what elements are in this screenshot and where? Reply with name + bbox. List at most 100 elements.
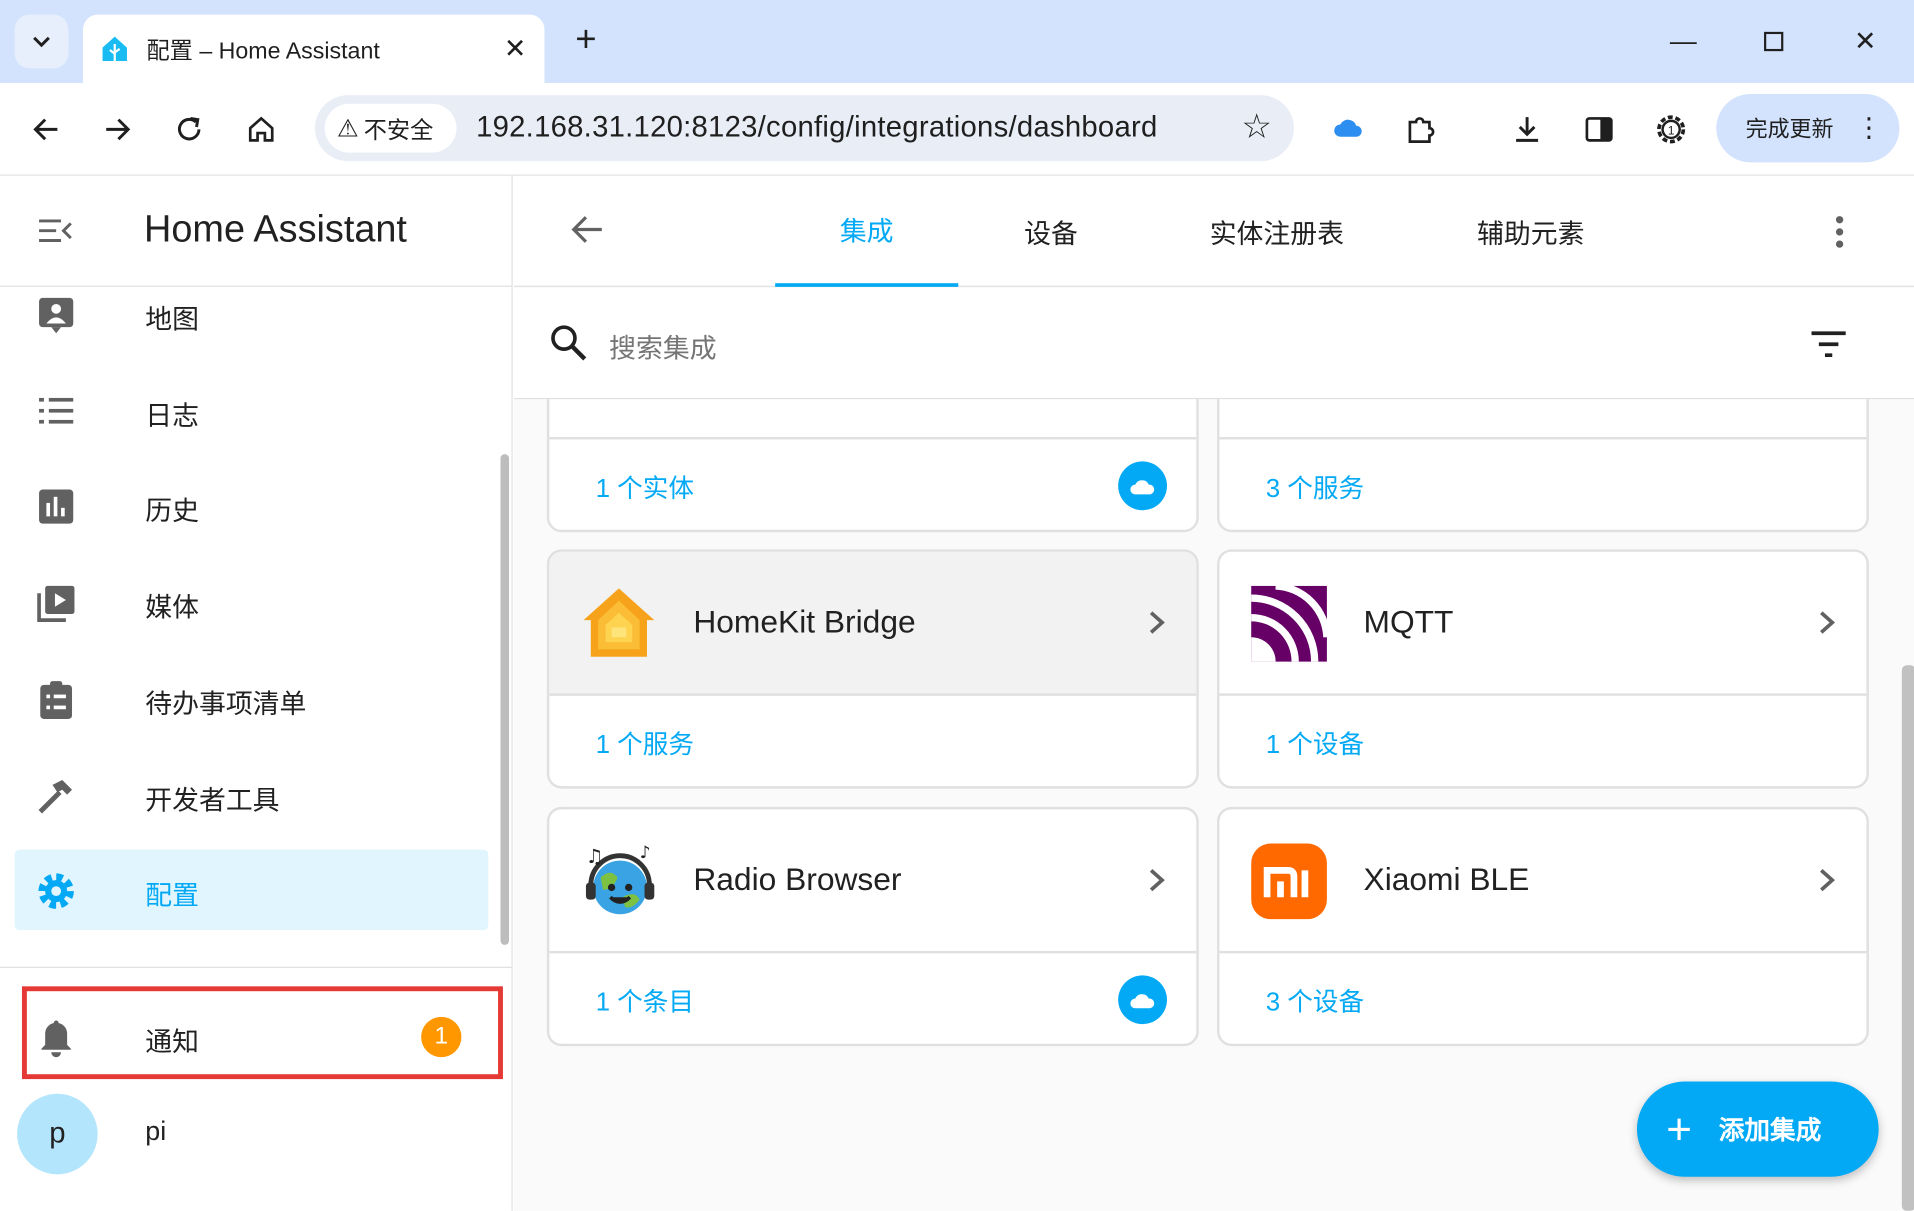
tab-entities[interactable]: 实体注册表: [1144, 176, 1410, 287]
integration-name: HomeKit Bridge: [693, 603, 916, 640]
history-icon: [34, 485, 78, 529]
url-text[interactable]: 192.168.31.120:8123/config/integrations/…: [476, 111, 1157, 145]
add-integration-button[interactable]: + 添加集成: [1636, 1081, 1879, 1177]
sidebar-item-map[interactable]: 地图: [15, 273, 489, 354]
card-footer-link[interactable]: 1 个服务: [596, 725, 694, 762]
notification-count-badge: 1: [421, 1016, 462, 1058]
menu-collapse-icon[interactable]: [34, 212, 76, 249]
reload-icon[interactable]: [165, 105, 214, 154]
side-panel-icon[interactable]: [1575, 105, 1624, 154]
sidebar-item-label: 待办事项清单: [145, 688, 307, 719]
extensions-puzzle-icon[interactable]: [1396, 105, 1445, 154]
sidebar-item-config[interactable]: 配置: [14, 849, 489, 931]
back-icon[interactable]: [22, 105, 71, 154]
svg-text:♫: ♫: [586, 845, 603, 868]
cloud-extension-icon[interactable]: [1323, 105, 1372, 154]
close-tab-icon[interactable]: ✕: [496, 33, 535, 65]
card-header[interactable]: ♫ ♪ Radio Browser: [549, 809, 1197, 954]
forward-icon[interactable]: [93, 105, 142, 154]
sidebar-divider: [0, 966, 512, 969]
plus-icon: +: [1666, 1103, 1692, 1154]
sidebar-item-logbook[interactable]: 日志: [15, 370, 489, 451]
maximize-icon[interactable]: [1743, 17, 1804, 66]
homekit-logo-icon: [583, 588, 655, 657]
bookmark-star-icon[interactable]: ☆: [1241, 106, 1272, 146]
sidebar-item-developer-tools[interactable]: 开发者工具: [15, 754, 489, 835]
minimize-icon[interactable]: —: [1653, 17, 1714, 66]
home-icon[interactable]: [237, 105, 286, 154]
integration-card-radio-browser[interactable]: ♫ ♪ Radio Browser 1 个条目: [546, 806, 1199, 1047]
todo-icon: [34, 677, 78, 721]
svg-text:♪: ♪: [640, 843, 651, 863]
sidebar-item-label: 媒体: [145, 592, 199, 623]
browser-tabstrip: 配置 – Home Assistant ✕ + — ✕: [0, 0, 1914, 84]
xiaomi-logo-icon: [1251, 843, 1327, 920]
main-content: 集成 设备 实体注册表 辅助元素 搜索集成 1 个实体 3 个服务 HomeKi…: [513, 175, 1914, 1211]
tab-title: 配置 – Home Assistant: [146, 38, 380, 65]
integration-card-xiaomi-ble[interactable]: Xiaomi BLE 3 个设备: [1217, 806, 1869, 1047]
browser-toolbar: ⚠ 不安全 192.168.31.120:8123/config/integra…: [0, 83, 1914, 176]
sidebar-item-label: 地图: [145, 303, 199, 335]
sidebar-item-profile[interactable]: pi: [110, 1094, 476, 1175]
add-integration-label: 添加集成: [1718, 1116, 1822, 1146]
browser-tab[interactable]: 配置 – Home Assistant ✕: [83, 14, 545, 84]
user-name: pi: [145, 1115, 167, 1147]
card-footer-link[interactable]: 3 个服务: [1266, 469, 1364, 506]
card-footer-link[interactable]: 1 个条目: [596, 983, 694, 1020]
integration-card-mqtt[interactable]: MQTT 1 个设备: [1217, 549, 1869, 789]
sidebar-scrollbar[interactable]: [500, 454, 510, 945]
integration-card-homekit-bridge[interactable]: HomeKit Bridge 1 个服务: [546, 549, 1199, 789]
chevron-right-icon: [1149, 868, 1165, 892]
tab-search-button[interactable]: [14, 14, 69, 69]
logbook-icon: [34, 389, 78, 433]
chevron-right-icon: [1820, 868, 1836, 892]
back-arrow-icon[interactable]: [568, 210, 607, 249]
chevron-down-icon: [33, 36, 50, 48]
search-bar: 搜索集成: [513, 288, 1914, 400]
card-footer-link[interactable]: 1 个设备: [1266, 725, 1364, 762]
map-icon: [34, 293, 78, 337]
tab-integrations[interactable]: 集成: [775, 176, 959, 287]
more-vert-icon: ⋮: [1855, 112, 1883, 143]
search-input[interactable]: 搜索集成: [609, 327, 716, 366]
sidebar-item-media[interactable]: 媒体: [15, 562, 489, 643]
new-tab-button[interactable]: +: [564, 20, 608, 64]
card-header[interactable]: HomeKit Bridge: [549, 551, 1197, 696]
window-close-icon[interactable]: ✕: [1835, 17, 1896, 66]
avatar[interactable]: p: [17, 1093, 98, 1175]
radio-browser-logo-icon: ♫ ♪: [585, 843, 655, 915]
mqtt-logo-icon: [1251, 583, 1330, 662]
extension-gear-icon[interactable]: 1: [1647, 105, 1696, 154]
card-footer-link[interactable]: 1 个实体: [596, 469, 694, 506]
hammer-icon: [34, 774, 78, 818]
security-label: 不安全: [363, 117, 434, 144]
card-header[interactable]: MQTT: [1219, 552, 1867, 696]
cloud-icon: [1118, 975, 1167, 1025]
tab-devices[interactable]: 设备: [958, 176, 1144, 287]
sidebar-title: Home Assistant: [144, 207, 407, 251]
download-icon[interactable]: [1503, 105, 1552, 154]
update-label: 完成更新: [1745, 117, 1834, 142]
tab-helpers[interactable]: 辅助元素: [1410, 176, 1652, 287]
home-assistant-favicon: [102, 36, 127, 62]
update-button[interactable]: 完成更新 ⋮: [1716, 93, 1900, 163]
address-bar[interactable]: ⚠ 不安全 192.168.31.120:8123/config/integra…: [314, 95, 1294, 162]
svg-text:1: 1: [1668, 123, 1675, 137]
filter-icon[interactable]: [1808, 327, 1850, 361]
card-footer-link[interactable]: 3 个设备: [1266, 983, 1364, 1020]
card-header[interactable]: Xiaomi BLE: [1219, 809, 1867, 954]
more-vert-icon[interactable]: [1825, 210, 1854, 254]
security-chip[interactable]: ⚠ 不安全: [324, 103, 457, 153]
sidebar-item-label: 历史: [145, 495, 199, 527]
main-topbar: 集成 设备 实体注册表 辅助元素: [513, 175, 1914, 287]
search-icon: [551, 325, 587, 361]
integration-name: MQTT: [1363, 603, 1454, 640]
gear-icon: [34, 869, 78, 913]
chevron-right-icon: [1149, 611, 1165, 634]
sidebar: Home Assistant 地图 日志 历史 媒体 待办事项清单 开发者工具 …: [0, 175, 513, 1211]
sidebar-item-todo[interactable]: 待办事项清单: [15, 658, 489, 739]
integration-name: Radio Browser: [693, 860, 902, 898]
sidebar-item-history[interactable]: 历史: [15, 465, 489, 546]
main-scrollbar[interactable]: [1901, 665, 1914, 1211]
integration-name: Xiaomi BLE: [1363, 860, 1530, 898]
